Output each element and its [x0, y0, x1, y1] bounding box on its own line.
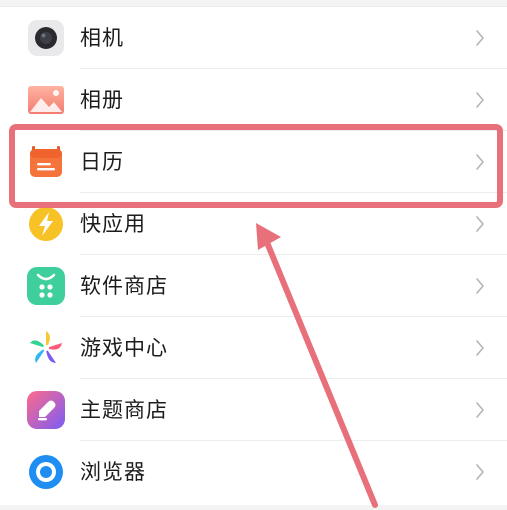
browser-icon	[26, 452, 66, 492]
app-store-icon	[26, 266, 66, 306]
list-item-label: 快应用	[80, 212, 146, 236]
chevron-right-icon	[475, 215, 485, 233]
calendar-icon	[26, 142, 66, 182]
list-item-game-center[interactable]: 游戏中心	[0, 317, 507, 379]
list-item-gallery[interactable]: 相册	[0, 69, 507, 131]
camera-icon	[26, 18, 66, 58]
list-item-label: 日历	[80, 150, 124, 174]
list-item-label: 相机	[80, 26, 124, 50]
chevron-right-icon	[475, 91, 485, 109]
list-item-label: 软件商店	[80, 274, 168, 298]
bottom-divider	[0, 505, 507, 510]
list-item-quick-app[interactable]: 快应用	[0, 193, 507, 255]
list-item-label: 浏览器	[80, 460, 146, 484]
chevron-right-icon	[475, 339, 485, 357]
top-divider	[0, 0, 507, 7]
chevron-right-icon	[475, 277, 485, 295]
quick-app-icon	[26, 204, 66, 244]
game-center-icon	[26, 328, 66, 368]
chevron-right-icon	[475, 463, 485, 481]
theme-store-icon	[26, 390, 66, 430]
chevron-right-icon	[475, 29, 485, 47]
list-item-browser[interactable]: 浏览器	[0, 441, 507, 503]
list-item-label: 游戏中心	[80, 336, 168, 360]
list-item-label: 相册	[80, 88, 124, 112]
chevron-right-icon	[475, 401, 485, 419]
chevron-right-icon	[475, 153, 485, 171]
gallery-icon	[26, 80, 66, 120]
app-settings-list: 相机 相册 日历 快应用 软件商店 游戏中心 主题商店 浏览器	[0, 7, 507, 503]
settings-app-list-screen: 相机 相册 日历 快应用 软件商店 游戏中心 主题商店 浏览器	[0, 0, 507, 510]
list-item-theme-store[interactable]: 主题商店	[0, 379, 507, 441]
list-item-calendar[interactable]: 日历	[0, 131, 507, 193]
list-item-app-store[interactable]: 软件商店	[0, 255, 507, 317]
list-item-label: 主题商店	[80, 398, 168, 422]
list-item-camera[interactable]: 相机	[0, 7, 507, 69]
